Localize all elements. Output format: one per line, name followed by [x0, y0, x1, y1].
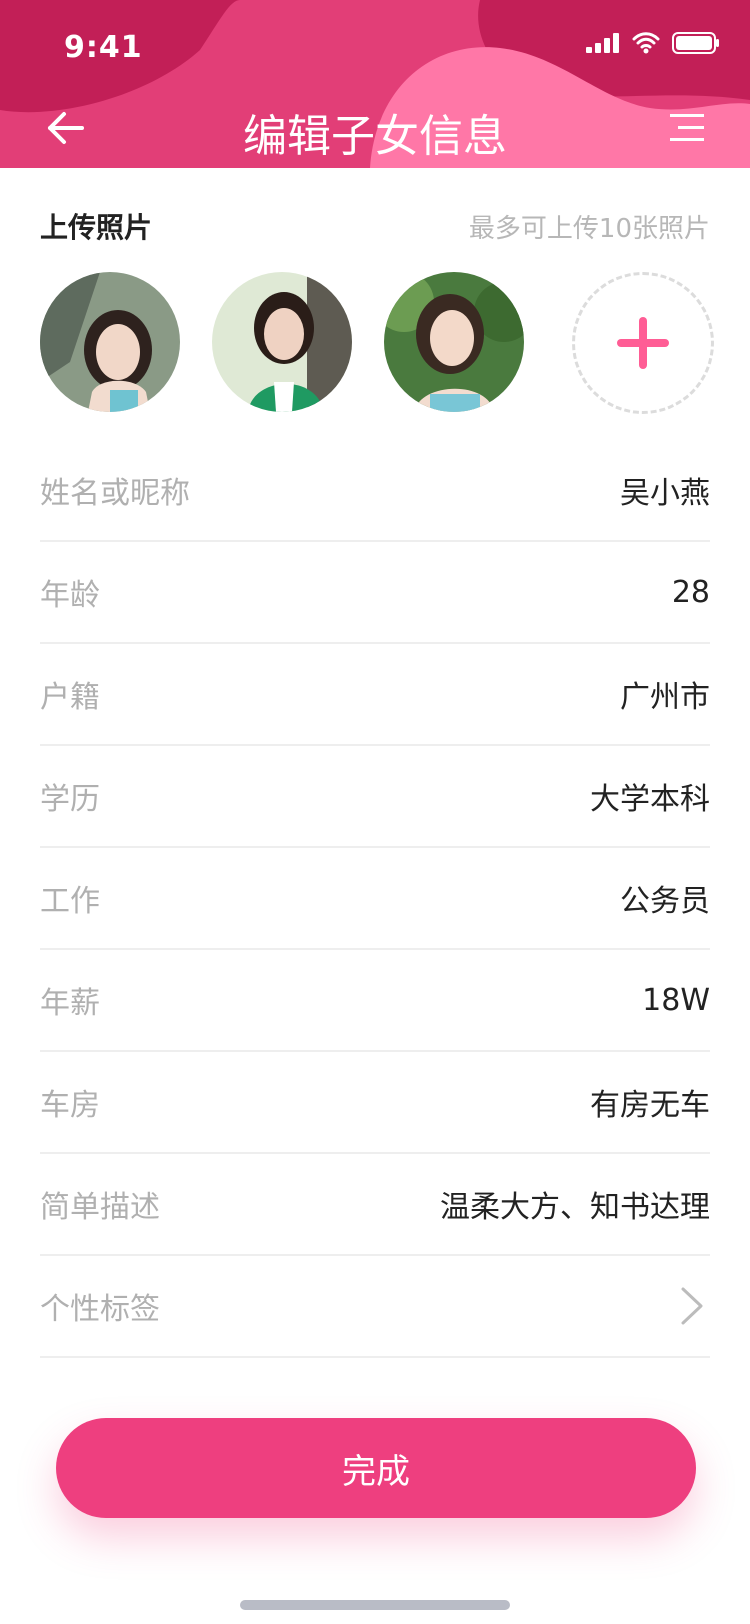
- field-value: 大学本科: [590, 782, 710, 817]
- field-label: 年薪: [40, 986, 100, 1021]
- field-label: 户籍: [40, 680, 100, 715]
- plus-icon: [617, 317, 669, 369]
- status-time: 9:41: [64, 30, 143, 65]
- photo-list: [40, 272, 714, 414]
- field-row-salary[interactable]: 年薪 18W: [40, 950, 710, 1052]
- field-label: 姓名或昵称: [40, 476, 190, 511]
- upload-title: 上传照片: [40, 211, 153, 244]
- field-value: 温柔大方、知书达理: [440, 1190, 710, 1225]
- menu-icon[interactable]: [670, 110, 706, 146]
- page-title: 编辑子女信息: [243, 111, 507, 162]
- field-value: 广州市: [620, 680, 710, 715]
- field-row-car-house[interactable]: 车房 有房无车: [40, 1052, 710, 1154]
- status-icons: [586, 32, 720, 54]
- field-label: 简单描述: [40, 1190, 160, 1225]
- photo-thumbnail[interactable]: [40, 272, 180, 412]
- photo-thumbnail[interactable]: [212, 272, 352, 412]
- status-bar: 9:41: [0, 0, 750, 88]
- add-photo-button[interactable]: [572, 272, 714, 414]
- signal-icon: [586, 33, 619, 53]
- battery-icon: [672, 32, 719, 54]
- field-value: 18W: [642, 982, 710, 1018]
- field-row-hometown[interactable]: 户籍 广州市: [40, 644, 710, 746]
- field-label: 车房: [40, 1088, 100, 1123]
- field-value: 28: [671, 574, 710, 610]
- home-indicator: [240, 1600, 510, 1610]
- photo-thumbnail[interactable]: [384, 272, 524, 412]
- field-row-tags[interactable]: 个性标签: [40, 1256, 710, 1358]
- wifi-icon: [632, 32, 660, 54]
- nav-bar: 编辑子女信息: [0, 88, 750, 168]
- field-value: 公务员: [620, 884, 710, 919]
- field-value: 有房无车: [590, 1088, 710, 1123]
- info-list: 姓名或昵称 吴小燕 年龄 28 户籍 广州市 学历 大学本科 工作 公务员 年薪…: [40, 440, 710, 1358]
- field-row-job[interactable]: 工作 公务员: [40, 848, 710, 950]
- field-label: 年龄: [40, 578, 100, 613]
- field-row-description[interactable]: 简单描述 温柔大方、知书达理: [40, 1154, 710, 1256]
- field-row-age[interactable]: 年龄 28: [40, 542, 710, 644]
- field-row-name[interactable]: 姓名或昵称 吴小燕: [40, 440, 710, 542]
- field-value: 吴小燕: [620, 476, 710, 511]
- done-button[interactable]: 完成: [56, 1418, 696, 1518]
- field-label: 工作: [40, 884, 100, 919]
- field-label: 学历: [40, 782, 100, 817]
- upload-hint: 最多可上传10张照片: [468, 214, 710, 244]
- field-label: 个性标签: [40, 1292, 160, 1327]
- field-row-education[interactable]: 学历 大学本科: [40, 746, 710, 848]
- chevron-right-icon: [681, 1287, 703, 1325]
- header: 9:41 编辑子女信息: [0, 0, 750, 168]
